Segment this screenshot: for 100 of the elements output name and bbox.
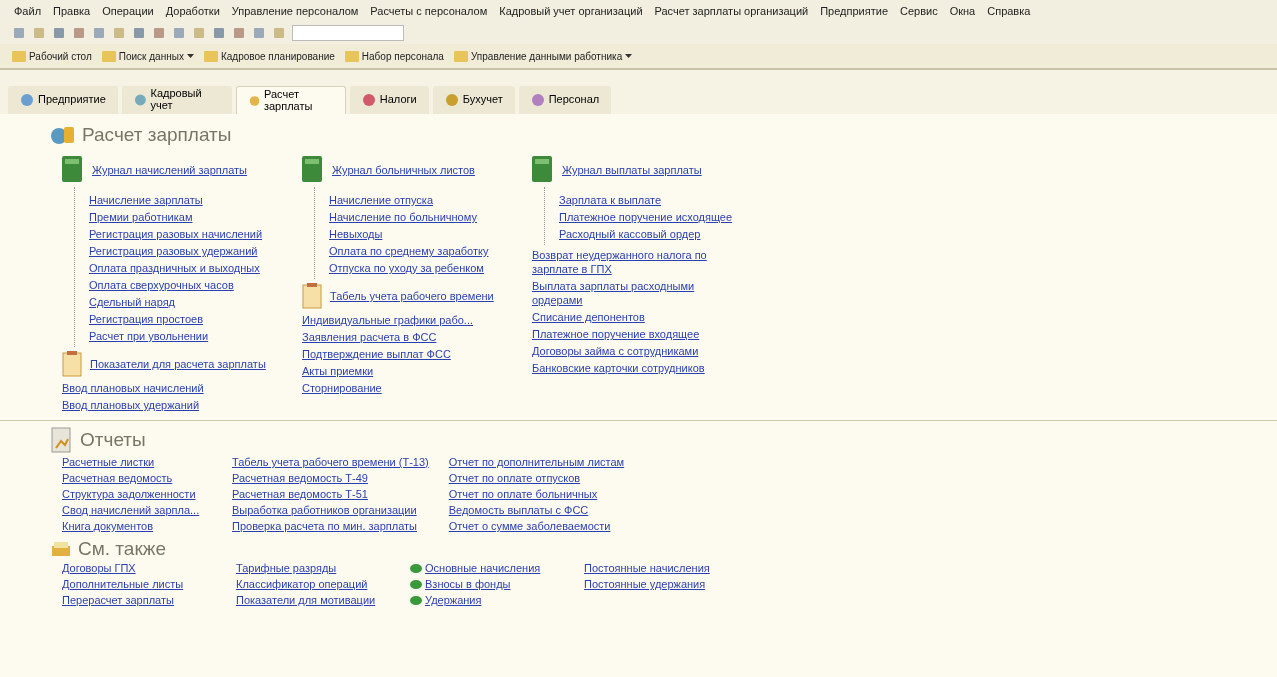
toolbar-icon[interactable]	[232, 26, 246, 40]
section-tab[interactable]: Предприятие	[8, 86, 118, 114]
report-link[interactable]: Расчетная ведомость	[62, 471, 212, 485]
document-link[interactable]: Оплата сверхурочных часов	[89, 279, 234, 291]
report-link[interactable]: Проверка расчета по мин. зарплаты	[232, 519, 429, 533]
toolbar-icon[interactable]	[172, 26, 186, 40]
toolbar-icon[interactable]	[112, 26, 126, 40]
document-link[interactable]: Расчет при увольнении	[89, 330, 209, 342]
link[interactable]: Акты приемки	[302, 364, 492, 378]
link[interactable]: Сторнирование	[302, 381, 492, 395]
section-tab[interactable]: Бухучет	[432, 86, 515, 114]
document-link[interactable]: Расходный кассовый ордер	[559, 228, 701, 240]
menu-item[interactable]: Окна	[949, 5, 976, 17]
quick-button[interactable]: Поиск данных	[101, 50, 194, 62]
quick-button[interactable]: Набор персонала	[344, 50, 444, 62]
dropdown-icon	[625, 54, 633, 58]
catalog-link[interactable]: Удержания	[425, 593, 482, 607]
document-link[interactable]: Отпуска по уходу за ребенком	[329, 262, 484, 274]
document-link[interactable]: Премии работникам	[89, 211, 193, 223]
link[interactable]: Ввод плановых начислений	[62, 381, 252, 395]
quick-button[interactable]: Кадровое планирование	[203, 50, 335, 62]
section-tab[interactable]: Налоги	[349, 86, 429, 114]
document-link[interactable]: Сдельный наряд	[89, 296, 175, 308]
link[interactable]: Постоянные начисления	[584, 561, 734, 575]
toolbar-icon[interactable]	[92, 26, 106, 40]
report-link[interactable]: Отчет о сумме заболеваемости	[448, 519, 625, 533]
menu-item[interactable]: Файл	[14, 5, 42, 17]
menu-item[interactable]: Операции	[102, 5, 154, 17]
menu-item[interactable]: Кадровый учет организаций	[499, 5, 643, 17]
document-link[interactable]: Оплата по среднему заработку	[329, 245, 489, 257]
report-link[interactable]: Книга документов	[62, 519, 212, 533]
link[interactable]: Постоянные удержания	[584, 577, 734, 591]
journal-link[interactable]: Журнал больничных листов	[332, 163, 475, 177]
link[interactable]: Договоры займа с сотрудниками	[532, 344, 722, 358]
link[interactable]: Выплата зарплаты расходными ордерами	[532, 279, 722, 307]
document-link[interactable]: Невыходы	[329, 228, 383, 240]
link[interactable]: Договоры ГПХ	[62, 561, 212, 575]
link[interactable]: Заявления расчета в ФСС	[302, 330, 492, 344]
toolbar-icon[interactable]	[52, 26, 66, 40]
link[interactable]: Банковские карточки сотрудников	[532, 361, 722, 375]
toolbar-icon[interactable]	[272, 26, 286, 40]
section-tab[interactable]: Персонал	[518, 86, 612, 114]
menu-item[interactable]: Предприятие	[820, 5, 888, 17]
search-field[interactable]	[292, 25, 404, 41]
document-link[interactable]: Табель учета рабочего времени	[330, 289, 494, 303]
section-tab[interactable]: Расчет зарплаты	[235, 86, 346, 114]
link[interactable]: Индивидуальные графики рабо...	[302, 313, 492, 327]
menu-item[interactable]: Управление персоналом	[231, 5, 359, 17]
menu-item[interactable]: Правка	[53, 5, 91, 17]
report-link[interactable]: Отчет по оплате отпусков	[448, 471, 625, 485]
toolbar-icon[interactable]	[72, 26, 86, 40]
link[interactable]: Показатели для мотивации	[236, 593, 386, 607]
document-link[interactable]: Зарплата к выплате	[559, 194, 662, 206]
report-link[interactable]: Расчетные листки	[62, 455, 212, 469]
document-link[interactable]: Регистрация разовых начислений	[89, 228, 263, 240]
link[interactable]: Платежное поручение входящее	[532, 327, 722, 341]
toolbar-icon[interactable]	[32, 26, 46, 40]
link[interactable]: Возврат неудержанного налога по зарплате в ГПХ	[532, 248, 722, 276]
report-link[interactable]: Структура задолженности	[62, 487, 212, 501]
link[interactable]: Подтверждение выплат ФСС	[302, 347, 492, 361]
report-link[interactable]: Выработка работников организации	[232, 503, 429, 517]
quick-button[interactable]: Рабочий стол	[12, 50, 92, 62]
document-link[interactable]: Регистрация простоев	[89, 313, 204, 325]
toolbar-icon[interactable]	[152, 26, 166, 40]
document-link[interactable]: Платежное поручение исходящее	[559, 211, 733, 223]
menu-item[interactable]: Сервис	[900, 5, 938, 17]
document-link[interactable]: Начисление отпуска	[329, 194, 434, 206]
report-link[interactable]: Свод начислений зарпла...	[62, 503, 212, 517]
report-link[interactable]: Отчет по дополнительным листам	[448, 455, 625, 469]
quick-button[interactable]: Управление данными работника	[453, 50, 633, 62]
document-link[interactable]: Регистрация разовых удержаний	[89, 245, 258, 257]
journal-link[interactable]: Журнал начислений зарплаты	[92, 163, 247, 177]
link[interactable]: Классификатор операций	[236, 577, 386, 591]
document-link[interactable]: Оплата праздничных и выходных	[89, 262, 260, 274]
journal-link[interactable]: Журнал выплаты зарплаты	[562, 163, 702, 177]
link[interactable]: Тарифные разряды	[236, 561, 386, 575]
menu-item[interactable]: Справка	[987, 5, 1031, 17]
toolbar-icon[interactable]	[192, 26, 206, 40]
menu-item[interactable]: Расчеты с персоналом	[370, 5, 488, 17]
link[interactable]: Дополнительные листы	[62, 577, 212, 591]
toolbar-icon[interactable]	[12, 26, 26, 40]
catalog-link[interactable]: Основные начисления	[425, 561, 541, 575]
toolbar-icon[interactable]	[212, 26, 226, 40]
toolbar-icon[interactable]	[132, 26, 146, 40]
menu-item[interactable]: Доработки	[165, 5, 220, 17]
report-link[interactable]: Расчетная ведомость Т-49	[232, 471, 429, 485]
document-link[interactable]: Начисление по больничному	[329, 211, 477, 223]
toolbar-icon[interactable]	[252, 26, 266, 40]
report-link[interactable]: Расчетная ведомость Т-51	[232, 487, 429, 501]
report-link[interactable]: Ведомость выплаты с ФСС	[448, 503, 625, 517]
section-tab[interactable]: Кадровый учет	[121, 86, 232, 114]
link[interactable]: Перерасчет зарплаты	[62, 593, 212, 607]
catalog-link[interactable]: Взносы в фонды	[425, 577, 511, 591]
document-link[interactable]: Начисление зарплаты	[89, 194, 203, 206]
menu-item[interactable]: Расчет зарплаты организаций	[654, 5, 809, 17]
link[interactable]: Ввод плановых удержаний	[62, 398, 252, 412]
link[interactable]: Списание депонентов	[532, 310, 722, 324]
report-link[interactable]: Табель учета рабочего времени (Т-13)	[232, 455, 429, 469]
document-link[interactable]: Показатели для расчета зарплаты	[90, 357, 266, 371]
report-link[interactable]: Отчет по оплате больничных	[448, 487, 625, 501]
